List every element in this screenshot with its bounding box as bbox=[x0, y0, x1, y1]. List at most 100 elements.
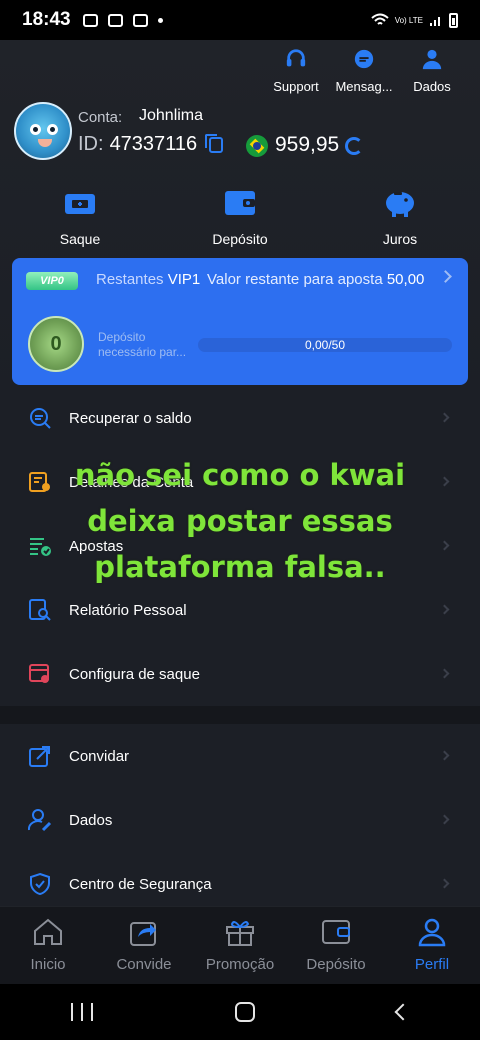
signal-icon bbox=[430, 17, 440, 26]
home-button[interactable] bbox=[235, 1002, 255, 1022]
recover-balance-icon bbox=[30, 408, 51, 429]
user-icon bbox=[422, 49, 442, 70]
juros-button[interactable]: Juros bbox=[320, 188, 480, 247]
chevron-right-icon bbox=[439, 668, 450, 679]
id-label: ID: bbox=[78, 133, 104, 155]
share-icon bbox=[29, 746, 50, 767]
tab-convide[interactable]: Convide bbox=[96, 907, 192, 984]
menu-label: Configura de saque bbox=[69, 665, 200, 683]
tab-label: Promoção bbox=[205, 956, 275, 973]
wallet-icon bbox=[322, 920, 350, 944]
avatar[interactable] bbox=[14, 102, 72, 160]
support-label: Support bbox=[273, 79, 319, 94]
piggy-bank-icon bbox=[386, 192, 414, 217]
bottom-tab-bar: Inicio Convide Promoção Depósito Perfil bbox=[0, 906, 480, 984]
menu-label: Centro de Segurança bbox=[69, 875, 212, 893]
messages-button[interactable]: Mensag... bbox=[334, 48, 394, 94]
status-notification-icons bbox=[82, 13, 163, 27]
deposito-button[interactable]: Depósito bbox=[160, 188, 320, 247]
vip-badge: VIP0 bbox=[26, 272, 78, 290]
tab-deposito[interactable]: Depósito bbox=[288, 907, 384, 984]
menu-label: Dados bbox=[69, 811, 113, 829]
home-icon bbox=[34, 918, 62, 945]
wallet-out-icon bbox=[65, 194, 95, 214]
vip-remaining-value: 50,00 bbox=[386, 271, 425, 288]
report-icon bbox=[29, 599, 51, 621]
header-actions: Support Mensag... Dados bbox=[268, 48, 460, 94]
more-notifications-dot bbox=[157, 17, 163, 23]
status-time: 18:43 bbox=[22, 9, 71, 30]
withdraw-settings-icon bbox=[29, 664, 49, 683]
avatar-eye bbox=[47, 124, 58, 135]
refresh-icon[interactable] bbox=[345, 137, 363, 155]
tab-label: Depósito bbox=[306, 956, 366, 973]
messages-label: Mensag... bbox=[335, 79, 393, 94]
tab-promocao[interactable]: Promoção bbox=[192, 907, 288, 984]
vip-remaining-label: Valor restante para aposta bbox=[207, 271, 383, 288]
headset-icon bbox=[286, 49, 306, 67]
menu-label: Relatório Pessoal bbox=[69, 601, 187, 619]
chevron-right-icon bbox=[439, 750, 450, 761]
data-button[interactable]: Dados bbox=[404, 48, 460, 94]
support-button[interactable]: Support bbox=[268, 48, 324, 94]
vip-card[interactable]: VIP0 Restantes VIP1 Valor restante para … bbox=[12, 258, 468, 385]
menu-item-configura-saque[interactable]: Configura de saque bbox=[0, 642, 480, 706]
menu-divider bbox=[0, 706, 480, 724]
screen-record-icon bbox=[107, 13, 123, 27]
menu-label: Recuperar o saldo bbox=[69, 409, 192, 427]
menu-item-convidar[interactable]: Convidar bbox=[0, 724, 480, 788]
profile-icon bbox=[418, 918, 446, 947]
vip-remaining: Valor restante para aposta 50,00 bbox=[207, 271, 424, 288]
chat-icon bbox=[354, 49, 374, 69]
system-navigation-bar bbox=[0, 984, 480, 1040]
menu-item-dados[interactable]: Dados bbox=[0, 788, 480, 852]
share-icon bbox=[130, 922, 156, 946]
chevron-right-icon bbox=[439, 878, 450, 889]
network-type: Vo) LTE bbox=[394, 15, 423, 25]
deposit-progress-bar: 0,00/50 bbox=[198, 338, 452, 352]
screenshot-icon bbox=[82, 13, 98, 27]
tab-label: Convide bbox=[116, 956, 172, 973]
balance-value: 959,95 bbox=[275, 133, 340, 156]
caption-line: não sei como o kwai bbox=[74, 458, 406, 492]
menu-label: Convidar bbox=[69, 747, 130, 765]
vip-medal: 0 bbox=[28, 316, 84, 372]
avatar-eye bbox=[30, 124, 41, 135]
profile-screen: Support Mensag... Dados Conta: Johnlima … bbox=[0, 40, 480, 906]
chevron-right-icon bbox=[439, 604, 450, 615]
tab-perfil[interactable]: Perfil bbox=[384, 907, 480, 984]
caption-line: deixa postar essas bbox=[87, 504, 393, 538]
back-button[interactable] bbox=[394, 1003, 412, 1021]
brazil-flag-icon bbox=[246, 135, 268, 157]
tab-inicio[interactable]: Inicio bbox=[0, 907, 96, 984]
status-bar: 18:43 Vo) LTE bbox=[0, 0, 480, 40]
copy-icon[interactable] bbox=[205, 133, 224, 153]
vip-restantes-label: Restantes bbox=[96, 271, 164, 288]
menu-item-recuperar-saldo[interactable]: Recuperar o saldo bbox=[0, 386, 480, 450]
saque-label: Saque bbox=[59, 231, 101, 247]
battery-icon bbox=[449, 12, 458, 28]
user-id-row: ID: 47337116 bbox=[78, 133, 224, 156]
status-system-icons: Vo) LTE bbox=[371, 12, 458, 28]
shield-icon bbox=[30, 872, 50, 896]
menu-item-centro-seguranca[interactable]: Centro de Segurança bbox=[0, 852, 480, 906]
avatar-mouth bbox=[38, 139, 52, 147]
user-edit-icon bbox=[28, 809, 52, 832]
recent-apps-button[interactable] bbox=[71, 1003, 93, 1021]
vip-level: VIP1 bbox=[167, 271, 201, 288]
chevron-right-icon bbox=[439, 412, 450, 423]
account-label: Conta: bbox=[78, 109, 123, 126]
wifi-icon bbox=[371, 13, 389, 25]
deposit-required-label: Depósito necessário par... bbox=[98, 330, 187, 359]
tab-label: Inicio bbox=[30, 956, 66, 973]
wallet-icon bbox=[225, 191, 255, 215]
deposito-label: Depósito bbox=[212, 231, 268, 247]
saque-button[interactable]: Saque bbox=[0, 188, 160, 247]
chevron-right-icon bbox=[439, 270, 452, 283]
vip-next-level: Restantes VIP1 bbox=[96, 271, 200, 288]
gift-icon bbox=[226, 921, 254, 946]
overlay-caption: não sei como o kwai deixa postar essas p… bbox=[0, 452, 480, 590]
camera-icon bbox=[132, 13, 148, 27]
progress-text: 0,00/50 bbox=[304, 338, 346, 352]
chevron-right-icon bbox=[439, 814, 450, 825]
